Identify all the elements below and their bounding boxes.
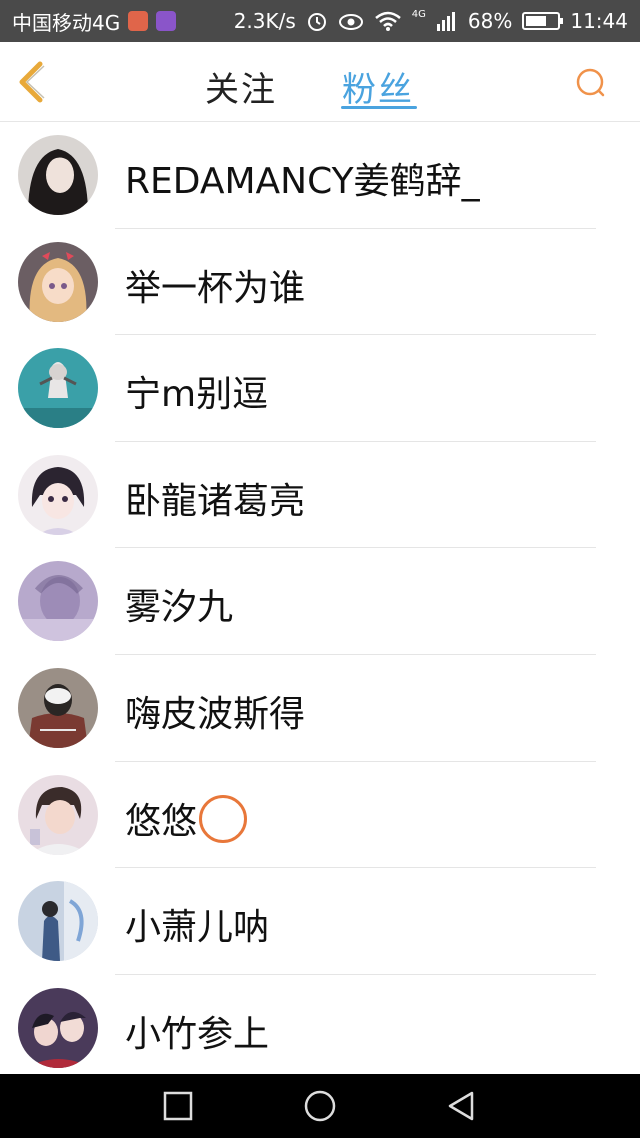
avatar[interactable] xyxy=(18,135,98,215)
fan-name: 举一杯为谁 xyxy=(125,267,306,309)
fans-list: REDAMANCY姜鹤辞_ 举一杯为谁 宁m别逗 卧龍诸葛亮 雾汐九 嗨皮波斯得… xyxy=(0,122,640,1074)
fan-name: 悠悠 xyxy=(125,792,248,847)
avatar[interactable] xyxy=(18,987,98,1068)
avatar[interactable] xyxy=(18,241,98,322)
fan-name-text: 悠悠 xyxy=(125,800,198,842)
network-type: 4G xyxy=(411,8,426,20)
list-item[interactable]: 卧龍诸葛亮 xyxy=(0,442,640,549)
active-tab-indicator xyxy=(341,106,417,109)
fan-name: 嗨皮波斯得 xyxy=(125,693,306,735)
chevron-left-icon xyxy=(19,61,45,103)
list-item[interactable]: 小竹参上 xyxy=(0,975,640,1074)
wifi-icon xyxy=(374,11,401,31)
avatar[interactable] xyxy=(18,881,98,962)
app-notification-icon xyxy=(128,11,149,31)
list-item[interactable]: 雾汐九 xyxy=(0,548,640,655)
system-nav-bar xyxy=(0,1074,640,1138)
back-triangle-icon xyxy=(448,1091,474,1121)
header: 关注 粉丝 xyxy=(0,42,640,122)
list-item[interactable]: 悠悠 xyxy=(0,762,640,869)
search-button[interactable] xyxy=(574,66,608,100)
avatar[interactable] xyxy=(18,774,98,855)
back-button[interactable] xyxy=(14,60,54,104)
fan-name: 卧龍诸葛亮 xyxy=(125,480,306,522)
avatar[interactable] xyxy=(18,667,98,748)
fan-name: 雾汐九 xyxy=(125,587,234,629)
avatar[interactable] xyxy=(18,348,98,429)
list-item[interactable]: 嗨皮波斯得 xyxy=(0,655,640,762)
circle-icon xyxy=(304,1090,336,1122)
status-bar: 中国移动4G 2.3K/s 4G 68% 11:44 xyxy=(0,0,640,42)
avatar[interactable] xyxy=(18,454,98,535)
list-item[interactable]: REDAMANCY姜鹤辞_ xyxy=(0,122,640,229)
carrier-label: 中国移动4G xyxy=(12,10,121,35)
avatar[interactable] xyxy=(18,561,98,642)
search-icon xyxy=(576,68,605,97)
fan-name: 小萧儿呐 xyxy=(125,907,270,949)
fan-name: REDAMANCY姜鹤辞_ xyxy=(125,161,480,202)
fan-name: 小竹参上 xyxy=(125,1013,270,1055)
tab-follow[interactable]: 关注 xyxy=(205,62,277,111)
circle-emoji-icon xyxy=(199,794,248,843)
recent-apps-button[interactable] xyxy=(160,1088,196,1124)
list-item[interactable]: 小萧儿呐 xyxy=(0,868,640,975)
list-item[interactable]: 举一杯为谁 xyxy=(0,229,640,336)
battery-percent: 68% xyxy=(467,9,513,33)
alarm-icon xyxy=(307,13,326,31)
home-button[interactable] xyxy=(302,1088,338,1124)
fan-name: 宁m别逗 xyxy=(125,374,269,416)
battery-icon xyxy=(522,12,564,30)
tab-fans[interactable]: 粉丝 xyxy=(342,62,414,111)
square-icon xyxy=(163,1091,193,1121)
system-back-button[interactable] xyxy=(444,1088,480,1124)
clock: 11:44 xyxy=(570,9,628,33)
signal-icon xyxy=(436,12,455,31)
eye-icon xyxy=(338,14,363,30)
list-item[interactable]: 宁m别逗 xyxy=(0,335,640,442)
network-speed: 2.3K/s xyxy=(233,9,296,33)
gallery-notification-icon xyxy=(156,11,177,31)
